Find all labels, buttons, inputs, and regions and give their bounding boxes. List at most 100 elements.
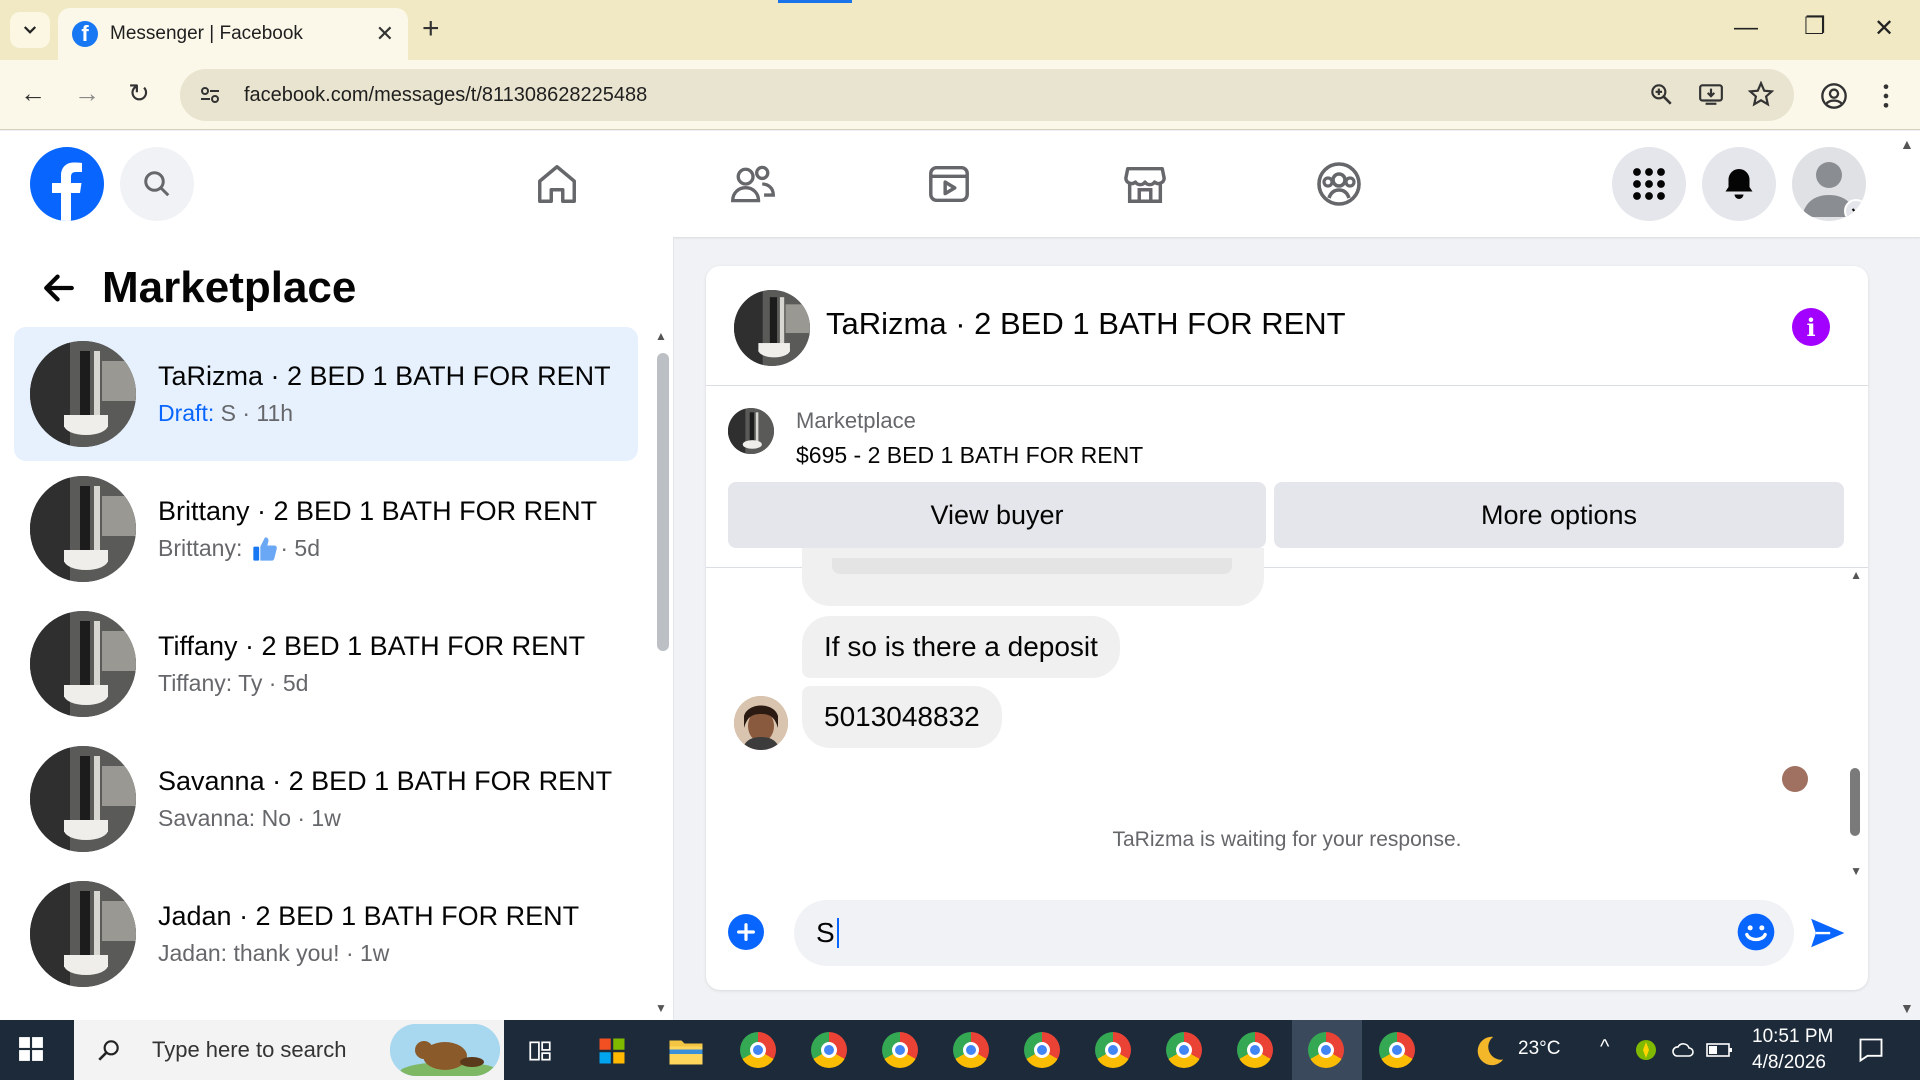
browser-tab-messenger[interactable]: f Messenger | Facebook ✕ [58, 8, 408, 60]
conversation-item[interactable]: Jadan · 2 BED 1 BATH FOR RENT Jadan: tha… [14, 867, 638, 1001]
notifications-icon[interactable] [1856, 1036, 1886, 1064]
zoom-icon[interactable] [1648, 81, 1674, 107]
chrome-icon[interactable] [811, 1032, 847, 1068]
minimize-button[interactable]: — [1734, 14, 1758, 42]
search-button[interactable] [120, 147, 194, 221]
listing-source-label: Marketplace [796, 408, 916, 433]
message-input[interactable]: S [794, 900, 1794, 966]
conversation-item[interactable]: Savanna · 2 BED 1 BATH FOR RENT Savanna:… [14, 732, 638, 866]
more-options-button[interactable]: More options [1274, 482, 1844, 548]
marketplace-icon [1124, 166, 1166, 203]
chrome-icon[interactable] [1308, 1032, 1344, 1068]
nav-friends[interactable] [728, 159, 778, 209]
reload-icon[interactable]: ↻ [128, 78, 150, 109]
conversation-item[interactable]: TaRizma · 2 BED 1 BATH FOR RENT Draft: S… [14, 327, 638, 461]
back-icon[interactable]: ← [20, 78, 46, 109]
listing-thumbnail [30, 746, 136, 852]
conversation-name: Tiffany · 2 BED 1 BATH FOR RENT [158, 631, 586, 661]
listing-title[interactable]: $695 - 2 BED 1 BATH FOR RENT [796, 442, 1143, 469]
taskbar-search[interactable]: Type here to search [74, 1020, 504, 1080]
clock-date[interactable]: 4/8/2026 [1752, 1052, 1826, 1074]
conversation-snippet-prefix: Brittany: [158, 535, 243, 561]
chrome-icon[interactable] [1237, 1032, 1273, 1068]
windows-taskbar: Type here to search 23°C ^ 10:51 PM 4/8/… [0, 1020, 1920, 1080]
taskbar-search-placeholder: Type here to search [152, 1037, 347, 1062]
chrome-icon[interactable] [882, 1032, 918, 1068]
conversation-name: Brittany · 2 BED 1 BATH FOR RENT [158, 495, 598, 526]
search-icon [144, 171, 170, 197]
close-window-button[interactable]: ✕ [1874, 14, 1894, 43]
chrome-icon[interactable] [1095, 1032, 1131, 1068]
send-button[interactable] [1808, 914, 1846, 952]
nav-home[interactable] [532, 159, 582, 209]
start-button[interactable] [18, 1036, 44, 1062]
emoji-icon [1737, 913, 1775, 951]
chat-scrollbar[interactable]: ▲ ▼ [1850, 568, 1862, 878]
battery-icon[interactable] [1706, 1040, 1734, 1060]
page-title: Marketplace [102, 263, 357, 312]
draft-label: Draft: [158, 400, 215, 426]
show-hidden-icons[interactable]: ^ [1600, 1036, 1609, 1059]
forward-icon[interactable]: → [74, 78, 100, 109]
scrollbar-thumb[interactable] [1850, 768, 1860, 836]
account-button[interactable] [1792, 147, 1866, 221]
store-icon[interactable] [596, 1036, 628, 1066]
plus-icon[interactable] [728, 914, 764, 950]
nav-marketplace[interactable] [1120, 159, 1170, 209]
tab-title: Messenger | Facebook [110, 23, 303, 44]
message-bubble: If so is there a deposit [802, 616, 1120, 678]
restore-button[interactable]: ❐ [1804, 12, 1826, 41]
menu-button[interactable] [1612, 147, 1686, 221]
message-input-value: S [816, 917, 835, 948]
browser-toolbar: ← → ↻ facebook.com/messages/t/8113086282… [0, 60, 1920, 130]
chrome-icon[interactable] [1166, 1032, 1202, 1068]
kebab-icon[interactable] [1876, 82, 1896, 110]
weather-temperature[interactable]: 23°C [1518, 1038, 1560, 1060]
nav-video[interactable] [924, 159, 974, 209]
chrome-icon[interactable] [953, 1032, 989, 1068]
facebook-icon[interactable] [30, 147, 104, 221]
chrome-icon[interactable] [1024, 1032, 1060, 1068]
arrow-left-icon[interactable] [40, 271, 78, 305]
page-scroll-up-arrow[interactable]: ▲ [1900, 136, 1914, 152]
cloud-icon[interactable] [1670, 1038, 1696, 1062]
close-icon[interactable]: ✕ [376, 21, 394, 47]
conversation-snippet: · 5d [280, 535, 321, 561]
notifications-button[interactable] [1702, 147, 1776, 221]
video-icon [929, 165, 969, 203]
page-scroll-down-arrow[interactable]: ▼ [1900, 1000, 1914, 1016]
plus-icon[interactable]: + [422, 12, 440, 46]
emoji-button[interactable] [1736, 912, 1776, 952]
scroll-up-arrow[interactable]: ▲ [1850, 568, 1862, 582]
chrome-icon[interactable] [740, 1032, 776, 1068]
scroll-down-arrow[interactable]: ▼ [1850, 864, 1862, 878]
facebook-icon: f [72, 21, 98, 47]
chat-title[interactable]: TaRizma · 2 BED 1 BATH FOR RENT [826, 306, 1346, 342]
moon-icon[interactable] [1472, 1034, 1506, 1068]
sender-avatar[interactable] [734, 696, 788, 750]
clock-time[interactable]: 10:51 PM [1752, 1026, 1833, 1048]
star-icon[interactable] [1748, 81, 1774, 107]
install-icon[interactable] [1698, 81, 1724, 107]
view-buyer-button[interactable]: View buyer [728, 482, 1266, 548]
profile-icon[interactable] [1820, 82, 1848, 110]
chat-avatar[interactable] [734, 290, 810, 366]
browser-tab-strip: f Messenger | Facebook ✕ + — ❐ ✕ [0, 0, 1920, 60]
chrome-icon[interactable] [1379, 1032, 1415, 1068]
site-info-icon[interactable] [198, 83, 222, 107]
scroll-down-arrow[interactable]: ▼ [655, 1001, 667, 1015]
address-bar[interactable]: facebook.com/messages/t/811308628225488 [180, 69, 1794, 121]
task-view-icon[interactable] [526, 1038, 554, 1064]
groups-icon [1317, 162, 1361, 206]
scroll-up-arrow[interactable]: ▲ [655, 329, 667, 343]
conversation-item[interactable]: Tiffany · 2 BED 1 BATH FOR RENT Tiffany:… [14, 597, 638, 731]
listing-thumbnail [30, 881, 136, 987]
nav-groups[interactable] [1314, 159, 1364, 209]
conversation-list-scrollbar[interactable] [657, 353, 669, 651]
info-icon[interactable]: i [1792, 308, 1830, 346]
seen-indicator-avatar [1782, 766, 1808, 792]
conversation-item[interactable]: Brittany · 2 BED 1 BATH FOR RENT Brittan… [14, 462, 638, 596]
app-tray-icon[interactable] [1634, 1038, 1658, 1062]
tab-search-button[interactable] [10, 12, 50, 48]
file-explorer-icon[interactable] [668, 1036, 704, 1066]
